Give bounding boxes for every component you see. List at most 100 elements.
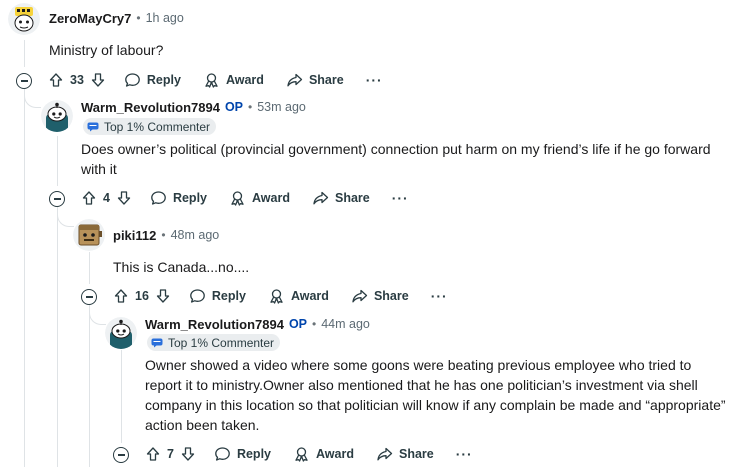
share-button[interactable]: Share [304,182,378,214]
user-flair: Top 1% Commenter [83,118,217,135]
share-icon [287,73,303,87]
timestamp[interactable]: 53m ago [257,100,306,114]
comment-actions: 7 Reply Award Share ··· [141,438,481,467]
op-badge: OP [224,100,244,114]
reply-icon [151,191,166,205]
comment-body: Owner showed a video where some goons we… [145,357,726,433]
thread-line [24,40,25,67]
flair-label: Top 1% Commenter [168,335,275,350]
timestamp[interactable]: 48m ago [171,228,220,242]
reply-label: Reply [172,191,207,205]
award-icon [270,289,283,304]
award-label: Award [225,73,264,87]
share-label: Share [398,447,434,461]
more-options-icon[interactable]: ··· [423,280,456,312]
award-icon [295,447,308,462]
thread-line [121,350,122,443]
vote-controls: 33 [44,64,110,96]
vote-count: 4 [103,191,110,205]
share-icon [352,289,368,303]
yellow-hat-avatar-icon[interactable] [8,3,40,35]
comment-body: This is Canada...no.... [113,259,250,275]
reply-label: Reply [211,289,246,303]
thread-line [89,252,90,284]
comment-body: Ministry of labour? [49,42,164,58]
downvote-icon[interactable] [155,288,171,304]
share-label: Share [373,289,409,303]
comment-body: Does owner’s political (provincial gover… [81,141,711,177]
flair-icon [87,122,99,131]
timestamp[interactable]: 1h ago [146,11,184,25]
thread-line [57,136,58,186]
comment-header: ZeroMayCry7 • 1h ago [49,7,184,29]
award-button[interactable]: Award [195,64,272,96]
award-label: Award [316,447,354,461]
award-button[interactable]: Award [285,438,362,467]
username[interactable]: Warm_Revolution7894 [145,317,284,332]
vote-controls: 16 [109,280,175,312]
reply-button[interactable]: Reply [181,280,254,312]
thread-curve [24,95,41,108]
reply-icon [190,289,205,303]
upvote-icon[interactable] [81,190,97,206]
reply-button[interactable]: Reply [116,64,189,96]
snoo-avatar-icon[interactable] [105,317,137,349]
downvote-icon[interactable] [180,446,196,462]
share-button[interactable]: Share [368,438,442,467]
share-button[interactable]: Share [278,64,352,96]
username[interactable]: Warm_Revolution7894 [81,100,220,115]
collapse-button[interactable] [113,447,129,463]
username[interactable]: ZeroMayCry7 [49,11,131,26]
award-label: Award [290,289,329,303]
comment-header: Warm_Revolution7894 OP • 53m ago [81,96,306,118]
award-label: Award [252,191,290,205]
user-flair: Top 1% Commenter [147,334,281,351]
share-icon [313,191,329,205]
snoo-avatar-icon[interactable] [41,100,73,132]
thread-curve [89,312,106,325]
more-options-icon[interactable]: ··· [358,64,391,96]
reply-button[interactable]: Reply [206,438,279,467]
flair-icon [151,338,163,347]
more-options-icon[interactable]: ··· [448,438,481,467]
reply-label: Reply [236,447,271,461]
reply-button[interactable]: Reply [142,182,215,214]
thread-curve [57,214,74,227]
collapse-button[interactable] [16,73,32,89]
box-head-avatar-icon[interactable] [73,219,105,251]
collapse-button[interactable] [49,191,65,207]
share-label: Share [334,191,370,205]
vote-count: 16 [135,289,149,303]
upvote-icon[interactable] [145,446,161,462]
comment-header: piki112 • 48m ago [113,224,219,246]
reply-icon [125,73,140,87]
vote-count: 33 [70,73,84,87]
thread-line [57,207,58,467]
thread-line [24,89,25,467]
timestamp[interactable]: 44m ago [321,317,370,331]
comment-actions: 33 Reply Award Share ··· [44,64,391,96]
reply-icon [215,447,230,461]
vote-controls: 4 [77,182,136,214]
separator-dot: • [312,317,317,331]
share-label: Share [308,73,344,87]
share-icon [377,447,393,461]
award-button[interactable]: Award [221,182,298,214]
share-button[interactable]: Share [343,280,417,312]
downvote-icon[interactable] [90,72,106,88]
award-button[interactable]: Award [260,280,337,312]
username[interactable]: piki112 [113,228,156,243]
more-options-icon[interactable]: ··· [384,182,417,214]
flair-label: Top 1% Commenter [104,119,211,134]
vote-controls: 7 [141,438,200,467]
collapse-button[interactable] [81,289,97,305]
separator-dot: • [161,228,166,242]
award-icon [231,191,244,206]
op-badge: OP [288,317,308,331]
separator-dot: • [136,11,141,25]
upvote-icon[interactable] [113,288,129,304]
award-icon [205,73,218,88]
downvote-icon[interactable] [116,190,132,206]
comment-actions: 16 Reply Award Share ··· [109,280,456,312]
upvote-icon[interactable] [48,72,64,88]
